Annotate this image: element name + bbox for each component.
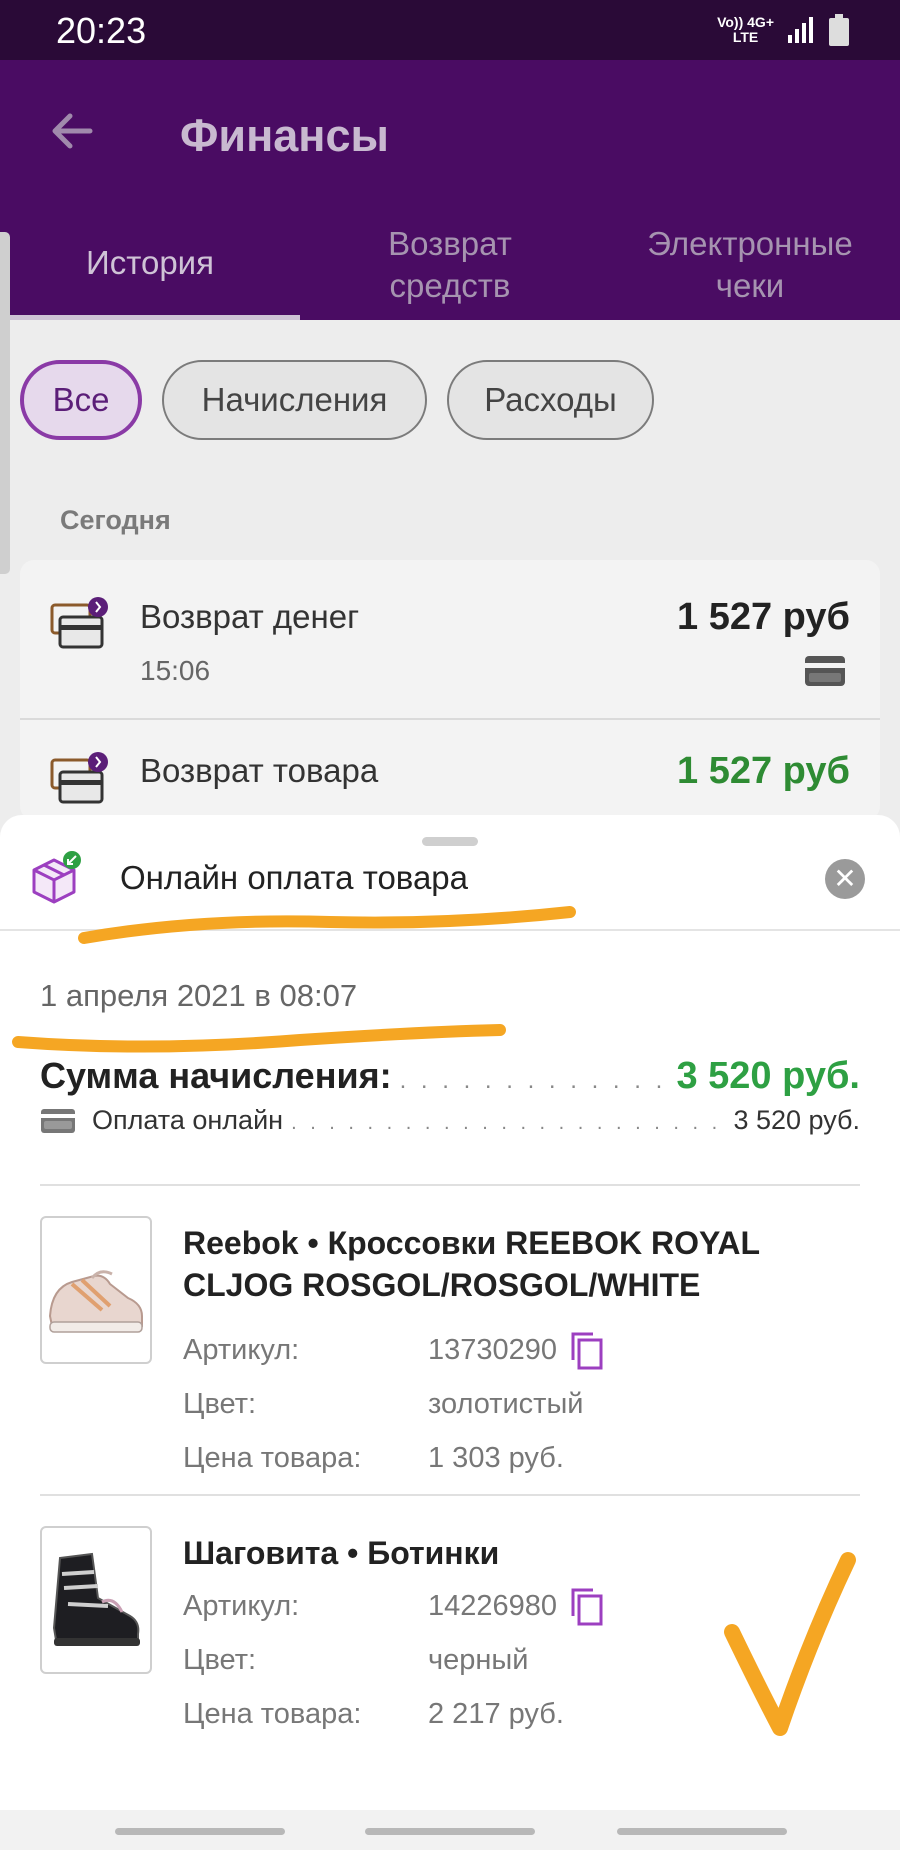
signal-icon bbox=[788, 17, 813, 43]
status-time: 20:23 bbox=[56, 10, 147, 51]
history-time: 15:06 bbox=[140, 655, 211, 686]
card-icon bbox=[41, 1108, 75, 1133]
close-icon: ✕ bbox=[833, 863, 857, 894]
payment-label: Оплата онлайн bbox=[92, 1105, 284, 1135]
color-value: золотистый bbox=[428, 1388, 584, 1420]
color-label: Цвет: bbox=[183, 1388, 257, 1420]
price-value: 1 303 руб. bbox=[428, 1442, 564, 1474]
sum-row: Сумма начисления: . . . . . . . . . . . … bbox=[40, 1055, 860, 1098]
article-value: 14226980 bbox=[428, 1586, 605, 1626]
color-label: Цвет: bbox=[183, 1644, 257, 1676]
product-image[interactable] bbox=[40, 1526, 152, 1674]
scroll-indicator bbox=[0, 232, 10, 574]
article-number: 13730290 bbox=[428, 1333, 558, 1366]
article-label: Артикул: bbox=[183, 1590, 300, 1622]
history-amount: 1 527 руб bbox=[677, 750, 850, 792]
divider bbox=[40, 1184, 860, 1186]
copy-icon[interactable] bbox=[569, 1586, 605, 1626]
card-icon bbox=[805, 656, 845, 686]
sheet-header: Онлайн оплата товара ✕ bbox=[0, 815, 900, 931]
status-icons: Vo)) 4G+ LTE bbox=[717, 14, 850, 46]
refund-item-icon bbox=[50, 752, 108, 804]
package-icon bbox=[32, 851, 81, 904]
refund-money-icon bbox=[50, 597, 108, 649]
tab-history[interactable]: История bbox=[0, 210, 300, 320]
product-name: Шаговита • Ботинки bbox=[183, 1535, 500, 1571]
product-name: Reebok • Кроссовки REEBOK ROYAL CLJOG RO… bbox=[183, 1225, 760, 1303]
nav-recent-button[interactable] bbox=[115, 1828, 285, 1835]
back-arrow-icon[interactable] bbox=[46, 106, 96, 156]
sneaker-image bbox=[48, 1270, 143, 1333]
sheet-title: Онлайн оплата товара bbox=[120, 859, 469, 896]
tab-bar: История Возврат средств Электронные чеки bbox=[0, 210, 900, 320]
close-button[interactable]: ✕ bbox=[825, 859, 865, 899]
history-title: Возврат товара bbox=[140, 752, 379, 789]
nav-back-button[interactable] bbox=[617, 1828, 787, 1835]
operation-date: 1 апреля 2021 в 08:07 bbox=[40, 978, 358, 1013]
nav-home-button[interactable] bbox=[365, 1828, 535, 1835]
copy-icon[interactable] bbox=[569, 1330, 605, 1370]
filter-all-chip[interactable]: Все bbox=[20, 360, 142, 440]
dot-leader: . . . . . . . . . . . . . . . . . . . . … bbox=[291, 1112, 725, 1134]
product-image[interactable] bbox=[40, 1216, 152, 1364]
article-value: 13730290 bbox=[428, 1330, 605, 1370]
network-indicator: Vo)) 4G+ LTE bbox=[717, 14, 774, 45]
tab-refunds[interactable]: Возврат средств bbox=[300, 210, 600, 320]
history-row[interactable]: Возврат денег 15:06 1 527 руб bbox=[20, 560, 880, 720]
price-label: Цена товара: bbox=[183, 1698, 362, 1730]
payment-value: 3 520 руб. bbox=[733, 1105, 860, 1135]
operation-details-sheet: Онлайн оплата товара ✕ 1 апреля 2021 в 0… bbox=[0, 815, 900, 1810]
page-title: Финансы bbox=[180, 110, 389, 161]
color-value: черный bbox=[428, 1644, 529, 1676]
system-nav-bar bbox=[0, 1810, 900, 1850]
sum-label: Сумма начисления: bbox=[40, 1055, 392, 1096]
payment-row: Оплата онлайн . . . . . . . . . . . . . … bbox=[40, 1105, 860, 1136]
history-card: Возврат денег 15:06 1 527 руб Возврат то… bbox=[20, 560, 880, 820]
article-number: 14226980 bbox=[428, 1589, 558, 1622]
history-amount: 1 527 руб bbox=[677, 596, 850, 638]
filter-expenses-chip[interactable]: Расходы bbox=[447, 360, 654, 440]
history-title: Возврат денег bbox=[140, 598, 360, 635]
product-item: Reebok • Кроссовки REEBOK ROYAL CLJOG RO… bbox=[40, 1216, 860, 1476]
tab-e-receipts[interactable]: Электронные чеки bbox=[600, 210, 900, 320]
price-label: Цена товара: bbox=[183, 1442, 362, 1474]
filter-income-chip[interactable]: Начисления bbox=[162, 360, 427, 440]
app-bar: Финансы История Возврат средств Электрон… bbox=[0, 60, 900, 320]
divider bbox=[40, 1494, 860, 1496]
section-today-label: Сегодня bbox=[60, 505, 171, 535]
dot-leader: . . . . . . . . . . . . . . . . . . . . … bbox=[399, 1067, 669, 1094]
sum-value: 3 520 руб. bbox=[676, 1055, 860, 1097]
product-item: Шаговита • Ботинки Артикул: 14226980 Цве… bbox=[40, 1526, 860, 1766]
article-label: Артикул: bbox=[183, 1334, 300, 1366]
boot-image bbox=[52, 1552, 140, 1646]
status-bar: 20:23 Vo)) 4G+ LTE bbox=[0, 0, 900, 60]
price-value: 2 217 руб. bbox=[428, 1698, 564, 1730]
battery-icon bbox=[829, 14, 849, 46]
